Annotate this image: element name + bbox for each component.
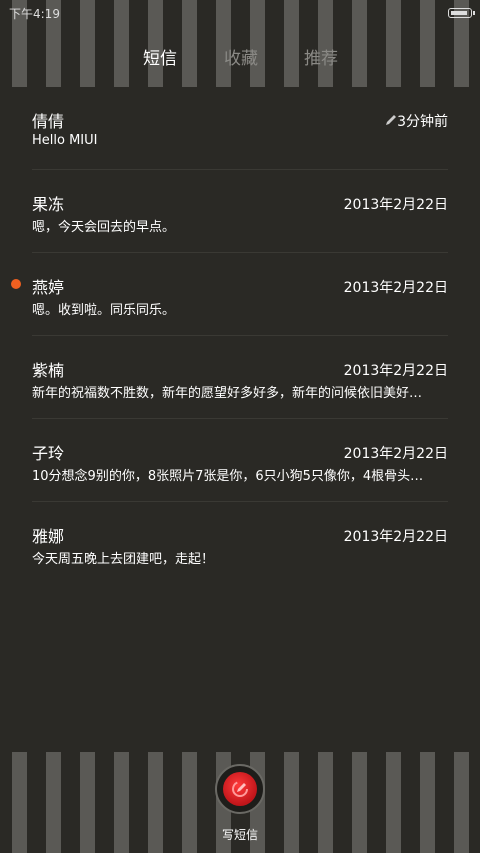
contact-name: 子玲 [32,444,65,463]
conversation-list: 倩倩 3分钟前 Hello MIUI 果冻 2013年2月22日 嗯，今天会回去… [0,87,480,585]
message-time: 2013年2月22日 [343,446,448,462]
contact-name: 雅娜 [32,527,65,546]
message-time: 2013年2月22日 [343,363,448,379]
tab-favorites[interactable]: 收藏 [224,44,258,69]
message-time: 3分钟前 [397,114,448,130]
conversation-item[interactable]: 倩倩 3分钟前 Hello MIUI [0,87,480,170]
status-time: 下午4:19 [9,7,60,21]
contact-name: 燕婷 [32,278,65,297]
compose-button[interactable] [215,764,265,814]
tab-recommended[interactable]: 推荐 [304,44,338,69]
conversation-item[interactable]: 燕婷 2013年2月22日 嗯。收到啦。同乐同乐。 [0,253,480,336]
message-time: 2013年2月22日 [343,280,448,296]
contact-name: 紫楠 [32,361,65,380]
message-preview: Hello MIUI [32,133,98,148]
compose-icon [223,772,257,806]
status-bar: 下午4:19 [0,0,480,26]
message-preview: 嗯。收到啦。同乐同乐。 [32,303,176,318]
message-time: 2013年2月22日 [343,529,448,545]
tab-bar: 短信 收藏 推荐 [0,44,480,72]
message-preview: 嗯，今天会回去的早点。 [32,220,176,235]
message-preview: 新年的祝福数不胜数，新年的愿望好多好多，新年的问候依旧美好… [32,386,423,401]
message-preview: 今天周五晚上去团建吧，走起！ [32,552,215,567]
conversation-item[interactable]: 紫楠 2013年2月22日 新年的祝福数不胜数，新年的愿望好多好多，新年的问候依… [0,336,480,419]
message-preview: 10分想念9别的你，8张照片7张是你，6只小狗5只像你，4根骨头… [32,469,424,484]
compose-label: 写短信 [221,828,258,842]
battery-icon [448,8,475,18]
contact-name: 果冻 [32,195,65,214]
tab-sms[interactable]: 短信 [143,44,177,69]
contact-name: 倩倩 [32,112,65,131]
conversation-item[interactable]: 子玲 2013年2月22日 10分想念9别的你，8张照片7张是你，6只小狗5只像… [0,419,480,502]
conversation-item[interactable]: 雅娜 2013年2月22日 今天周五晚上去团建吧，走起！ [0,502,480,585]
unread-indicator [11,279,21,289]
conversation-item[interactable]: 果冻 2013年2月22日 嗯，今天会回去的早点。 [0,170,480,253]
compose-pencil-icon [232,781,248,797]
pencil-icon [386,115,396,125]
message-time: 2013年2月22日 [343,197,448,213]
